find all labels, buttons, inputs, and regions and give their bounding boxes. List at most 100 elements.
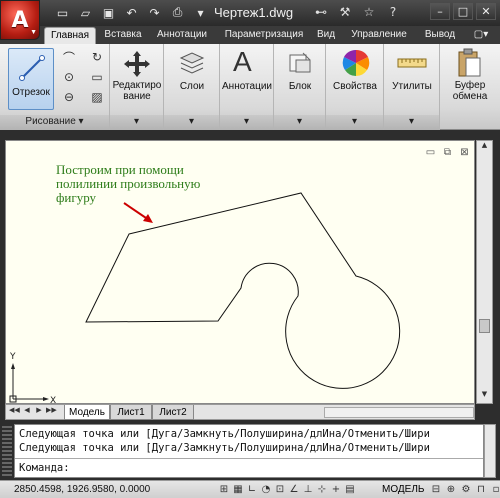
properties-label: Свойства — [333, 81, 377, 92]
spline-icon[interactable]: ↻ — [86, 48, 108, 66]
next-layout-icon[interactable]: ▶ — [34, 406, 44, 418]
panel-layers[interactable]: Слои ▾ — [164, 44, 220, 130]
ribbon-minimize-button[interactable]: ▢▾ — [468, 27, 494, 44]
infocenter-toolbar: ⊷ ⚒ ☆ ? — [312, 3, 402, 21]
prev-layout-icon[interactable]: ◀ — [22, 406, 32, 418]
panel-properties-title[interactable]: ▾ — [326, 115, 383, 130]
command-prompt[interactable]: Команда: — [19, 462, 70, 474]
layout-tab-model[interactable]: Модель — [64, 405, 110, 420]
panel-annotation[interactable]: A Аннотации ▾ — [220, 44, 274, 130]
qat-dropdown-icon[interactable]: ▾ — [192, 4, 209, 21]
star-icon[interactable]: ☆ — [360, 3, 378, 21]
tab-view[interactable]: Вид — [314, 27, 338, 44]
annotation-line-2: полилинии произвольную — [56, 176, 201, 191]
dyn-icon[interactable]: ⊹ — [316, 482, 328, 496]
block-label: Блок — [288, 81, 312, 92]
horizontal-scrollbar[interactable] — [324, 407, 474, 418]
print-icon[interactable]: ⎙ — [169, 4, 186, 21]
panel-utilities-title[interactable]: ▾ — [384, 115, 439, 130]
rectangle-icon[interactable]: ▭ — [86, 68, 108, 86]
vertical-scroll-thumb[interactable] — [479, 319, 490, 333]
model-space-canvas[interactable]: Построим при помощи полилинии произвольн… — [5, 140, 475, 405]
binoculars-icon[interactable]: ⊷ — [312, 3, 330, 21]
text-icon: A — [233, 46, 252, 77]
command-scrollbar[interactable] — [484, 424, 496, 478]
panel-block[interactable]: Блок ▾ — [274, 44, 326, 130]
doc-minimize-icon[interactable]: ▭ — [424, 146, 437, 158]
lock-icon[interactable]: ⊓ — [475, 482, 487, 496]
panel-modify-title[interactable]: ▾ — [110, 115, 163, 130]
help-icon[interactable]: ? — [384, 3, 402, 21]
scroll-down-icon[interactable]: ▼ — [477, 390, 492, 403]
command-line-grip[interactable] — [2, 426, 12, 476]
doc-restore-icon[interactable]: ⧉ — [441, 146, 454, 158]
osnap-icon[interactable]: ⊡ — [274, 482, 286, 496]
panel-utilities[interactable]: Утилиты ▾ — [384, 44, 440, 130]
status-bar: 2850.4598, 1926.9580, 0.0000 ⊞ ▦ ∟ ◔ ⊡ ∠… — [0, 480, 500, 498]
move-icon[interactable] — [123, 50, 151, 78]
close-icon[interactable]: ✕ — [476, 3, 496, 20]
ducs-icon[interactable]: ⊥ — [302, 482, 314, 496]
application-menu-button[interactable]: A ▼ — [0, 0, 40, 40]
qp-icon[interactable]: ▤ — [344, 482, 356, 496]
snap-icon[interactable]: ⊞ — [218, 482, 230, 496]
grid-icon[interactable]: ▦ — [232, 482, 244, 496]
tab-insert[interactable]: Вставка — [100, 27, 146, 44]
lineweight-icon[interactable]: + — [330, 482, 342, 496]
polar-icon[interactable]: ◔ — [260, 482, 272, 496]
drawing-svg: Построим при помощи полилинии произвольн… — [9, 162, 401, 405]
line-button[interactable]: Отрезок — [8, 48, 54, 110]
tab-home[interactable]: Главная — [44, 27, 96, 44]
open-folder-icon[interactable]: ▱ — [77, 4, 94, 21]
panel-properties[interactable]: Свойства ▾ — [326, 44, 384, 130]
redo-icon[interactable]: ↷ — [146, 4, 163, 21]
scroll-up-icon[interactable]: ▲ — [477, 141, 492, 154]
status-tray: ⊟ ⊕ ⚙ ⊓ ▫ — [430, 482, 500, 496]
modify-label-1: Редактиро — [112, 80, 162, 91]
layout-tab-bar: ◀◀ ◀ ▶ ▶▶ Модель Лист1 Лист2 — [5, 404, 475, 420]
annotation-scale-icon[interactable]: ⊕ — [445, 482, 457, 496]
ortho-icon[interactable]: ∟ — [246, 482, 258, 496]
vertical-scrollbar[interactable]: ▲ ▼ — [476, 140, 493, 404]
tab-annotate[interactable]: Аннотации — [152, 27, 212, 44]
tab-output[interactable]: Вывод — [420, 27, 460, 44]
quick-access-toolbar: ▭ ▱ ▣ ↶ ↷ ⎙ ▾ — [54, 4, 209, 21]
modify-label-2: вание — [123, 91, 151, 102]
cursor-coordinates[interactable]: 2850.4598, 1926.9580, 0.0000 — [14, 484, 150, 495]
polyline-shape[interactable] — [85, 192, 401, 389]
tab-manage[interactable]: Управление — [346, 27, 412, 44]
tab-parametric[interactable]: Параметризация — [220, 27, 308, 44]
otrack-icon[interactable]: ∠ — [288, 482, 300, 496]
panel-draw-title[interactable]: Рисование ▾ — [0, 115, 109, 130]
layout-tab-sheet1[interactable]: Лист1 — [110, 405, 152, 420]
draw-panel-title-text: Рисование — [25, 116, 76, 127]
save-icon[interactable]: ▣ — [100, 4, 117, 21]
panel-block-title[interactable]: ▾ — [274, 115, 325, 130]
clean-screen-icon[interactable]: ▫ — [490, 482, 500, 496]
workspace-icon[interactable]: ⚙ — [460, 482, 472, 496]
undo-icon[interactable]: ↶ — [123, 4, 140, 21]
utilities-label: Утилиты — [392, 81, 432, 92]
ellipse-icon[interactable]: ⊖ — [58, 88, 80, 106]
polyline-icon[interactable]: ⌒ — [58, 48, 80, 66]
first-layout-icon[interactable]: ◀◀ — [9, 406, 20, 418]
hatch-icon[interactable]: ▨ — [86, 88, 108, 106]
command-divider — [15, 458, 483, 459]
panel-clipboard[interactable]: Буфер обмена — [440, 44, 500, 130]
model-space-toggle[interactable]: МОДЕЛЬ — [382, 484, 424, 495]
minimize-icon[interactable]: – — [430, 3, 450, 20]
maximize-icon[interactable]: □ — [453, 3, 473, 20]
viewport-icon[interactable]: ⊟ — [430, 482, 442, 496]
last-layout-icon[interactable]: ▶▶ — [46, 406, 57, 418]
doc-close-icon[interactable]: ⊠ — [458, 146, 471, 158]
clipboard-label-2: обмена — [452, 91, 488, 102]
panel-layers-title[interactable]: ▾ — [164, 115, 219, 130]
wrench-icon[interactable]: ⚒ — [336, 3, 354, 21]
new-file-icon[interactable]: ▭ — [54, 4, 71, 21]
clipboard-icon — [458, 48, 481, 77]
circle-icon[interactable]: ⊙ — [58, 68, 80, 86]
command-line[interactable]: Следующая точка или [Дуга/Замкнуть/Полуш… — [14, 424, 484, 478]
window-title: Чертеж1.dwg — [214, 5, 294, 20]
panel-annotation-title[interactable]: ▾ — [220, 115, 273, 130]
layout-tab-sheet2[interactable]: Лист2 — [152, 405, 194, 420]
